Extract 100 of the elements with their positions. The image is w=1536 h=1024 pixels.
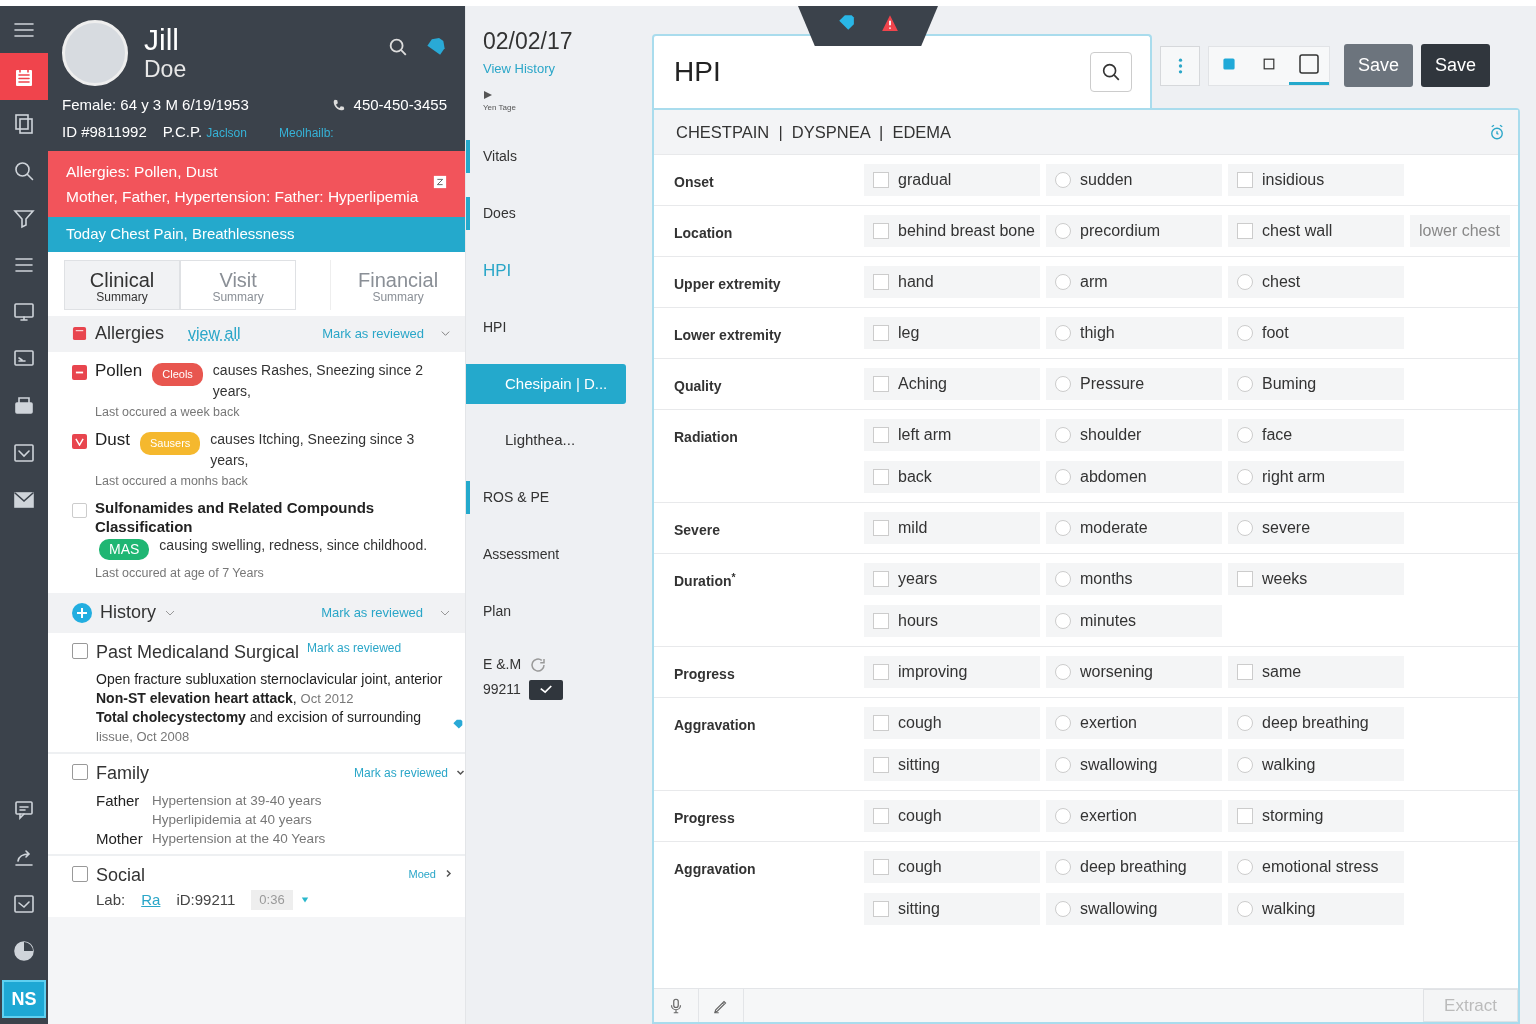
nav-item[interactable]: Assessment bbox=[466, 526, 650, 583]
patient-first-name: Jill bbox=[144, 24, 180, 56]
alert-text: Allergies: Pollen, Dust bbox=[66, 162, 219, 182]
checkbox-option[interactable]: sitting bbox=[864, 893, 1040, 925]
refresh-icon[interactable] bbox=[529, 655, 548, 674]
tag-icon[interactable] bbox=[452, 717, 463, 731]
save-button[interactable]: Save bbox=[1421, 44, 1491, 87]
minus-checkbox[interactable] bbox=[72, 364, 87, 380]
nav-item[interactable]: Does bbox=[466, 185, 650, 242]
checkbox-option[interactable]: behind breast bone bbox=[864, 215, 1040, 247]
medication-link[interactable]: Meolhailb: bbox=[278, 123, 334, 142]
radio-option[interactable]: minutes bbox=[1046, 605, 1222, 637]
chevron-right-icon[interactable] bbox=[444, 869, 453, 879]
checkbox-option[interactable]: years bbox=[864, 563, 1040, 595]
radio-option[interactable]: Buming bbox=[1228, 368, 1404, 400]
radio-option[interactable]: Pressure bbox=[1046, 368, 1222, 400]
warning-icon[interactable] bbox=[881, 14, 899, 32]
checkbox-option[interactable]: cough bbox=[864, 851, 1040, 883]
radio-option[interactable]: abdomen bbox=[1046, 461, 1222, 493]
radio-option[interactable]: thigh bbox=[1046, 317, 1222, 349]
checkbox-option[interactable]: improving bbox=[864, 656, 1040, 688]
sidebar-button[interactable] bbox=[0, 53, 48, 100]
alert-text: Mother, Father, Hypertension: Father: Hyperlipemia bbox=[66, 187, 420, 207]
check-icon bbox=[538, 685, 553, 694]
checkbox-option[interactable]: sitting bbox=[864, 749, 1040, 781]
radio-option[interactable]: swallowing bbox=[1046, 893, 1222, 925]
checkbox-option[interactable]: insidious bbox=[1228, 164, 1404, 196]
alarm-clock-icon[interactable] bbox=[1488, 123, 1506, 141]
play-icon[interactable] bbox=[483, 89, 493, 100]
checkbox-option[interactable]: chest wall bbox=[1228, 215, 1404, 247]
nav-item[interactable]: Vitals bbox=[466, 128, 650, 185]
nav-item[interactable]: Lighthea... bbox=[466, 412, 650, 469]
radio-option[interactable]: exertion bbox=[1046, 800, 1222, 832]
checkbox-option[interactable]: left arm bbox=[864, 419, 1040, 451]
history-entry: Total cholecystectomy and excision of surrounding lissue, Oct 2008 bbox=[96, 707, 422, 746]
nav-item[interactable]: HPI bbox=[466, 299, 650, 356]
radio-option[interactable]: foot bbox=[1228, 317, 1404, 349]
checkbox-option[interactable]: mild bbox=[864, 512, 1040, 544]
radio-option[interactable]: moderate bbox=[1046, 512, 1222, 544]
radio-option[interactable]: walking bbox=[1228, 749, 1404, 781]
confirm-button[interactable] bbox=[528, 679, 563, 700]
checkbox[interactable] bbox=[72, 642, 88, 659]
radio-option[interactable]: exertion bbox=[1046, 707, 1222, 739]
checkbox-option[interactable]: back bbox=[864, 461, 1040, 493]
check-icon bbox=[75, 436, 84, 446]
checkbox-option[interactable]: storming bbox=[1228, 800, 1404, 832]
checkbox-option[interactable]: Aching bbox=[864, 368, 1040, 400]
checkbox-option[interactable]: cough bbox=[864, 707, 1040, 739]
radio-option[interactable]: precordium bbox=[1046, 215, 1222, 247]
note-icon[interactable] bbox=[433, 175, 447, 189]
radio-option[interactable]: sudden bbox=[1046, 164, 1222, 196]
allergy-note: Last occured a week back bbox=[95, 403, 241, 421]
checkbox-option[interactable]: gradual bbox=[864, 164, 1040, 196]
today-complaint: Today Chest Pain, Breathlessness bbox=[66, 225, 295, 242]
add-icon[interactable] bbox=[72, 602, 92, 623]
radio-option[interactable]: chest bbox=[1228, 266, 1404, 298]
panel-title: HPI bbox=[674, 55, 721, 89]
checkbox[interactable] bbox=[72, 502, 87, 518]
checkbox-option[interactable]: weeks bbox=[1228, 563, 1404, 595]
checkbox-option[interactable]: leg bbox=[864, 317, 1040, 349]
checkbox-option[interactable]: hours bbox=[864, 605, 1040, 637]
nav-item[interactable]: ROS & PE bbox=[466, 469, 650, 526]
radio-option[interactable]: face bbox=[1228, 419, 1404, 451]
search-icon[interactable] bbox=[387, 36, 409, 58]
radio-option[interactable]: months bbox=[1046, 563, 1222, 595]
radio-option[interactable]: severe bbox=[1228, 512, 1404, 544]
checkbox[interactable] bbox=[72, 865, 88, 882]
radio-option[interactable]: shoulder bbox=[1046, 419, 1222, 451]
allergen-name: Pollen bbox=[95, 359, 143, 381]
tag-icon[interactable] bbox=[837, 14, 855, 32]
chevron-down-icon[interactable] bbox=[456, 768, 465, 778]
radio-option[interactable]: deep breathing bbox=[1046, 851, 1222, 883]
radio-option[interactable]: arm bbox=[1046, 266, 1222, 298]
radio-option[interactable]: swallowing bbox=[1046, 749, 1222, 781]
checked-checkbox[interactable] bbox=[72, 433, 87, 449]
pcp-link[interactable]: Jaclson bbox=[206, 123, 247, 142]
square-icon bbox=[1261, 56, 1277, 72]
search-button[interactable] bbox=[1090, 52, 1132, 92]
patient-phone: 450-450-3455 bbox=[353, 95, 447, 115]
summary-tab[interactable]: Clinical Summary bbox=[64, 259, 181, 310]
save-button[interactable]: Save bbox=[1344, 44, 1414, 87]
search-icon bbox=[1100, 61, 1122, 83]
field-label: Progress bbox=[674, 809, 736, 828]
severity-tag: MAS bbox=[99, 538, 150, 560]
radio-option[interactable]: deep breathing bbox=[1228, 707, 1404, 739]
section-title: Social bbox=[96, 863, 146, 887]
radio-option[interactable]: right arm bbox=[1228, 461, 1404, 493]
radio-option[interactable]: emotional stress bbox=[1228, 851, 1404, 883]
field-label: Duration$^{*}$ bbox=[674, 569, 737, 591]
checkbox-option[interactable]: cough bbox=[864, 800, 1040, 832]
copy-icon bbox=[12, 111, 36, 136]
allergy-note: Last occured a monhs back bbox=[95, 472, 249, 490]
nav-item[interactable]: Plan bbox=[466, 583, 650, 640]
history-entry: Open fracture subluxation sternoclavicular joint, anterior bbox=[96, 669, 444, 689]
checkbox-option[interactable]: same bbox=[1228, 656, 1404, 688]
checkbox-option[interactable]: hand bbox=[864, 266, 1040, 298]
section-title: History bbox=[100, 601, 156, 625]
radio-option[interactable]: worsening bbox=[1046, 656, 1222, 688]
checkbox[interactable] bbox=[72, 763, 88, 780]
radio-option[interactable]: walking bbox=[1228, 893, 1404, 925]
